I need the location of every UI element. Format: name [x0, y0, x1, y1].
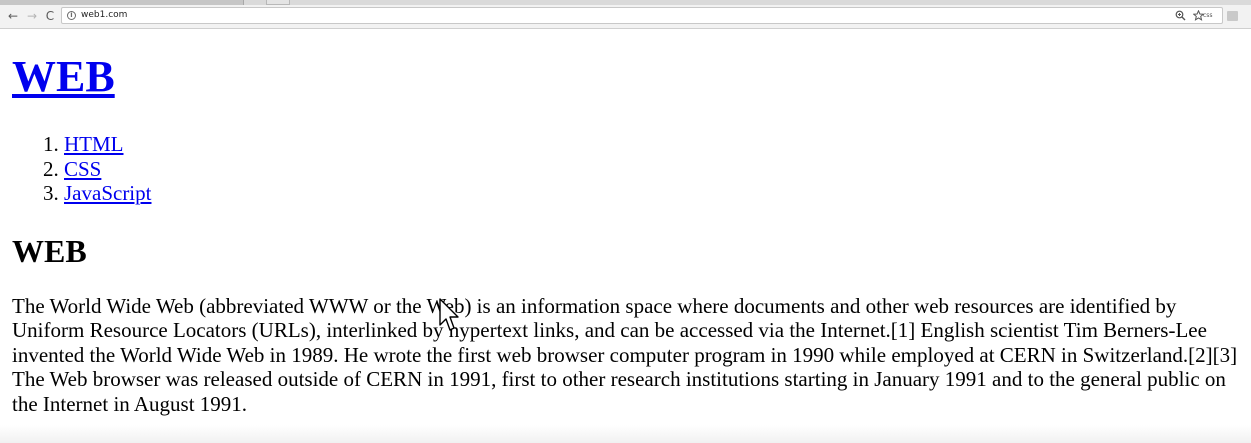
nav-item-javascript: JavaScript: [64, 181, 151, 206]
url-text[interactable]: web1.com: [81, 9, 127, 22]
site-title-link[interactable]: WEB: [12, 52, 115, 101]
css-extension-icon[interactable]: css: [1203, 12, 1213, 19]
nav-list: HTML CSS JavaScript: [12, 132, 151, 206]
reload-icon[interactable]: C: [43, 8, 57, 24]
browser-toolbar: ← → C i web1.com css: [0, 5, 1251, 29]
nav-link-css[interactable]: CSS: [64, 157, 101, 181]
back-icon[interactable]: ←: [6, 8, 20, 24]
zoom-icon[interactable]: [1175, 10, 1186, 21]
info-icon[interactable]: i: [67, 11, 76, 20]
article-title: WEB: [12, 233, 87, 269]
extension-icon[interactable]: [1227, 11, 1238, 21]
nav-item-html: HTML: [64, 132, 151, 157]
article-body: The World Wide Web (abbreviated WWW or t…: [12, 294, 1238, 416]
forward-icon[interactable]: →: [25, 8, 39, 24]
page-bottom-edge: [0, 425, 1251, 443]
site-title: WEB: [12, 51, 115, 103]
nav-item-css: CSS: [64, 157, 151, 182]
address-bar[interactable]: i web1.com: [61, 7, 1223, 24]
nav-link-html[interactable]: HTML: [64, 132, 124, 156]
nav-link-javascript[interactable]: JavaScript: [64, 181, 151, 205]
